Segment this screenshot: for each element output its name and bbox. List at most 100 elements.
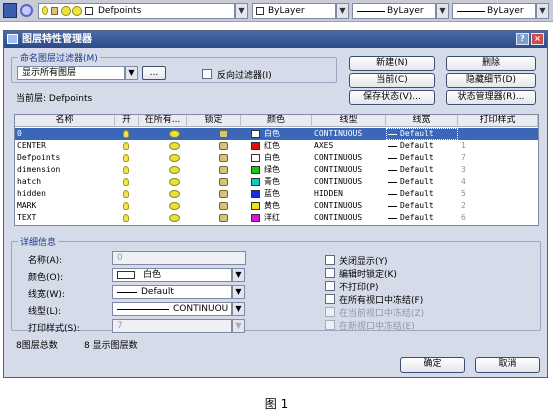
lineweight-dropdown-arrow[interactable]: ▼ [536,3,549,19]
on-bulb-icon[interactable] [123,142,129,150]
freeze-sun-icon[interactable] [169,142,180,150]
lineweight-select-arrow[interactable]: ▼ [232,285,245,299]
linetype-control[interactable]: ByLayer [352,3,436,19]
state-manager-button[interactable]: 状态管理器(R)... [446,90,536,105]
unlocked-icon[interactable] [219,130,228,138]
freeze-sun-icon[interactable] [169,178,180,186]
flag-checkbox[interactable] [325,268,335,278]
lineweight-sample [117,292,137,293]
layer-row[interactable]: hidden 蓝色 HIDDEN Default 5 [15,188,538,200]
unlocked-icon[interactable] [219,178,228,186]
invert-filter-checkbox[interactable] [202,69,212,79]
flag-checkbox[interactable] [325,294,335,304]
flag-checkbox[interactable] [325,281,335,291]
delete-layer-button[interactable]: 删除 [446,56,536,71]
on-bulb-icon[interactable] [123,154,129,162]
color-control[interactable]: ByLayer [252,3,336,19]
color-swatch[interactable] [251,178,260,186]
flag-checkbox[interactable] [325,307,335,317]
close-button[interactable]: × [531,33,544,45]
layer-name: dimension [17,165,61,174]
freeze-sun-icon[interactable] [169,202,180,210]
linetype-name: CONTINUOUS [314,129,363,138]
lineweight-select[interactable]: Default [112,285,232,299]
color-swatch[interactable] [251,142,260,150]
name-value: 0 [117,253,123,263]
plot-style-select-arrow[interactable]: ▼ [232,319,245,333]
plot-style: 4 [461,177,466,186]
unlocked-icon[interactable] [219,190,228,198]
name-label: 名称(A): [28,256,63,266]
col-header-color[interactable]: 颜色 [241,115,312,127]
layer-states-icon[interactable] [20,4,33,17]
layer-dropdown[interactable]: Defpoints [38,3,235,19]
layer-row[interactable]: dimension 绿色 CONTINUOUS Default 3 [15,164,538,176]
linetype-select[interactable]: CONTINUOU [112,302,232,316]
color-swatch[interactable] [251,154,260,162]
layer-row[interactable]: CENTER 红色 AXES Default 1 [15,140,538,152]
flag-checkbox[interactable] [325,320,335,330]
freeze-sun-icon[interactable] [169,154,180,162]
name-field[interactable]: 0 [112,251,246,265]
layer-filter-dropdown-arrow[interactable]: ▼ [125,66,138,80]
linetype-dropdown-arrow[interactable]: ▼ [436,3,449,19]
freeze-sun-icon[interactable] [169,190,180,198]
dialog-title: 图层特性管理器 [22,34,92,45]
linetype-select-arrow[interactable]: ▼ [232,302,245,316]
save-state-button[interactable]: 保存状态(V)... [349,90,435,105]
new-layer-button[interactable]: 新建(N) [349,56,435,71]
col-header-freeze-all[interactable]: 在所有... [139,115,187,127]
col-header-plot-style[interactable]: 打印样式 [458,115,538,127]
color-select[interactable]: 白色 [112,268,232,282]
lineweight-control[interactable]: ByLayer [452,3,536,19]
layer-list[interactable]: 名称 开 在所有... 锁定 颜色 线型 线宽 打印样式 0 白色 CONTINUO… [14,114,539,226]
on-bulb-icon[interactable] [123,202,129,210]
col-header-linetype[interactable]: 线型 [312,115,386,127]
on-bulb-icon[interactable] [123,178,129,186]
filter-more-button[interactable]: ... [142,66,166,80]
color-swatch[interactable] [251,130,260,138]
hide-details-button[interactable]: 隐藏细节(D) [446,73,536,88]
color-swatch[interactable] [251,166,260,174]
freeze-sun-icon[interactable] [169,166,180,174]
layer-row[interactable]: Defpoints 白色 CONTINUOUS Default 7 [15,152,538,164]
ok-button[interactable]: 确定 [400,357,465,373]
layer-row[interactable]: MARK 黄色 CONTINUOUS Default 2 [15,200,538,212]
layer-dropdown-arrow[interactable]: ▼ [235,3,248,19]
unlocked-icon[interactable] [219,166,228,174]
color-swatch[interactable] [251,190,260,198]
col-header-on[interactable]: 开 [115,115,139,127]
freeze-sun-icon[interactable] [169,130,180,138]
color-swatch[interactable] [251,214,260,222]
plot-style: 3 [461,165,466,174]
linetype-name: CONTINUOUS [314,201,363,210]
on-bulb-icon[interactable] [123,214,129,222]
layer-filter-select[interactable]: 显示所有图层 [17,66,125,80]
linetype-name: HIDDEN [314,189,343,198]
layer-row[interactable]: hatch 青色 CONTINUOUS Default 4 [15,176,538,188]
on-bulb-icon[interactable] [123,190,129,198]
layer-row[interactable]: TEXT 洋红 CONTINUOUS Default 6 [15,212,538,224]
color-select-arrow[interactable]: ▼ [232,268,245,282]
flag-checkbox[interactable] [325,255,335,265]
help-button[interactable]: ? [516,33,529,45]
unlocked-icon[interactable] [219,154,228,162]
lineweight-name: Default [400,165,434,174]
col-header-name[interactable]: 名称 [15,115,115,127]
color-dropdown-arrow[interactable]: ▼ [336,3,349,19]
layers-icon[interactable] [3,3,17,18]
on-bulb-icon[interactable] [123,130,129,138]
unlocked-icon[interactable] [219,214,228,222]
color-swatch[interactable] [251,202,260,210]
layer-row[interactable]: 0 白色 CONTINUOUS Default [15,128,538,140]
set-current-button[interactable]: 当前(C) [349,73,435,88]
cancel-button[interactable]: 取消 [475,357,540,373]
color-name: 洋红 [264,213,280,222]
on-bulb-icon[interactable] [123,166,129,174]
unlocked-icon[interactable] [219,142,228,150]
col-header-lock[interactable]: 锁定 [187,115,241,127]
col-header-lineweight[interactable]: 线宽 [386,115,458,127]
freeze-sun-icon[interactable] [169,214,180,222]
plot-style-select[interactable]: 7 [112,319,232,333]
unlocked-icon[interactable] [219,202,228,210]
